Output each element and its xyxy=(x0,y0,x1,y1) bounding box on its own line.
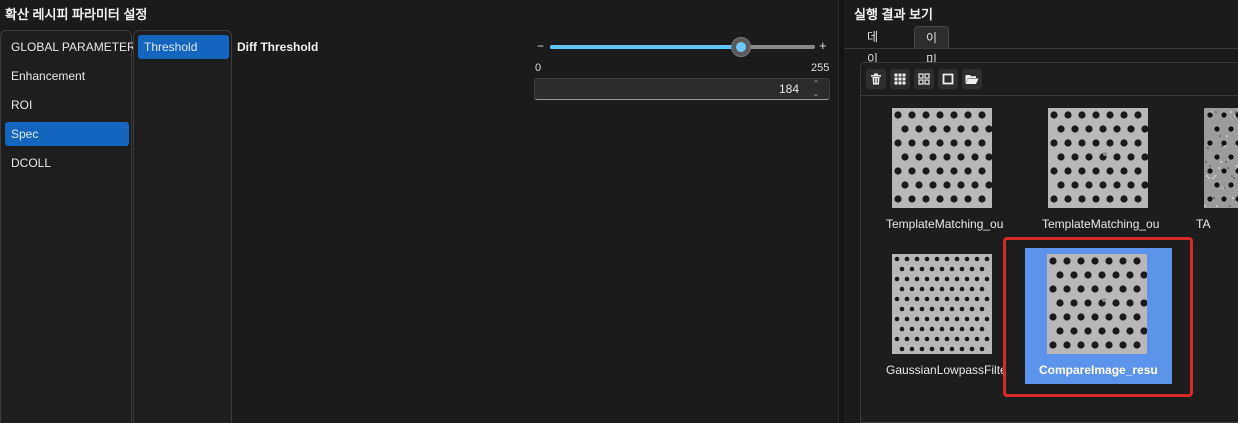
threshold-slider[interactable] xyxy=(550,37,815,57)
slider-increase-button[interactable]: + xyxy=(819,38,827,53)
spinbox-value[interactable]: 184 xyxy=(779,82,799,96)
recipe-parameter-panel: 확산 레시피 파라미터 설정 GLOBAL PARAMETER Enhancem… xyxy=(0,0,838,423)
slider-fill xyxy=(550,45,742,49)
tab-divider xyxy=(844,48,1238,49)
open-folder-button[interactable] xyxy=(962,69,982,89)
thumbnail-label: TemplateMatching_ou xyxy=(1042,217,1160,231)
thumbnail-label: GaussianLowpassFilte xyxy=(886,363,1006,377)
subitem-threshold[interactable]: Threshold xyxy=(138,35,229,59)
thumbnail-item[interactable]: TA xyxy=(1196,108,1238,238)
category-item-enhancement[interactable]: Enhancement xyxy=(5,64,129,88)
thumbnail-label: TemplateMatching_ou xyxy=(886,217,1004,231)
thumbnail-label: TA xyxy=(1196,217,1211,231)
grid-small-icon xyxy=(918,73,930,85)
category-item-global-parameter[interactable]: GLOBAL PARAMETER xyxy=(5,35,136,59)
slider-decrease-button[interactable]: − xyxy=(537,39,544,53)
result-panel-title: 실행 결과 보기 xyxy=(854,7,933,22)
square-icon xyxy=(942,73,954,85)
spin-down-icon[interactable]: ⌄ xyxy=(811,90,821,98)
spin-up-icon[interactable]: ⌃ xyxy=(811,80,821,88)
slider-handle[interactable] xyxy=(731,37,752,57)
slider-max-label: 255 xyxy=(811,62,830,74)
category-item-roi[interactable]: ROI xyxy=(5,93,129,117)
parameter-label: Diff Threshold xyxy=(237,40,319,54)
thumbnail-image xyxy=(1204,108,1238,208)
grid-small-button[interactable] xyxy=(914,69,934,89)
threshold-spinbox[interactable]: 184 ⌃ ⌄ xyxy=(534,78,830,100)
category-item-dcoll[interactable]: DCOLL xyxy=(5,151,129,175)
grid-large-button[interactable] xyxy=(890,69,910,89)
trash-icon xyxy=(871,73,881,85)
thumbnail-item[interactable]: TemplateMatching_ou xyxy=(886,108,1046,238)
slider-min-label: 0 xyxy=(535,62,542,74)
category-list: GLOBAL PARAMETER Enhancement ROI Spec DC… xyxy=(0,30,136,423)
thumbnail-image xyxy=(892,108,992,208)
folder-open-icon xyxy=(965,75,979,84)
selection-highlight-box xyxy=(1003,237,1193,397)
panel-title: 확산 레시피 파라미터 설정 xyxy=(5,7,148,22)
grid-large-icon xyxy=(894,73,906,85)
single-view-button[interactable] xyxy=(938,69,958,89)
delete-button[interactable] xyxy=(866,69,886,89)
subitem-list: Threshold xyxy=(133,30,232,423)
tab-data[interactable]: 데이터 xyxy=(856,26,889,88)
thumbnail-item[interactable]: TemplateMatching_ou xyxy=(1042,108,1202,238)
thumbnail-image xyxy=(1048,108,1148,208)
thumbnail-image xyxy=(892,254,992,354)
tab-image[interactable]: 이미지 xyxy=(914,26,950,89)
category-item-spec[interactable]: Spec xyxy=(5,122,129,146)
